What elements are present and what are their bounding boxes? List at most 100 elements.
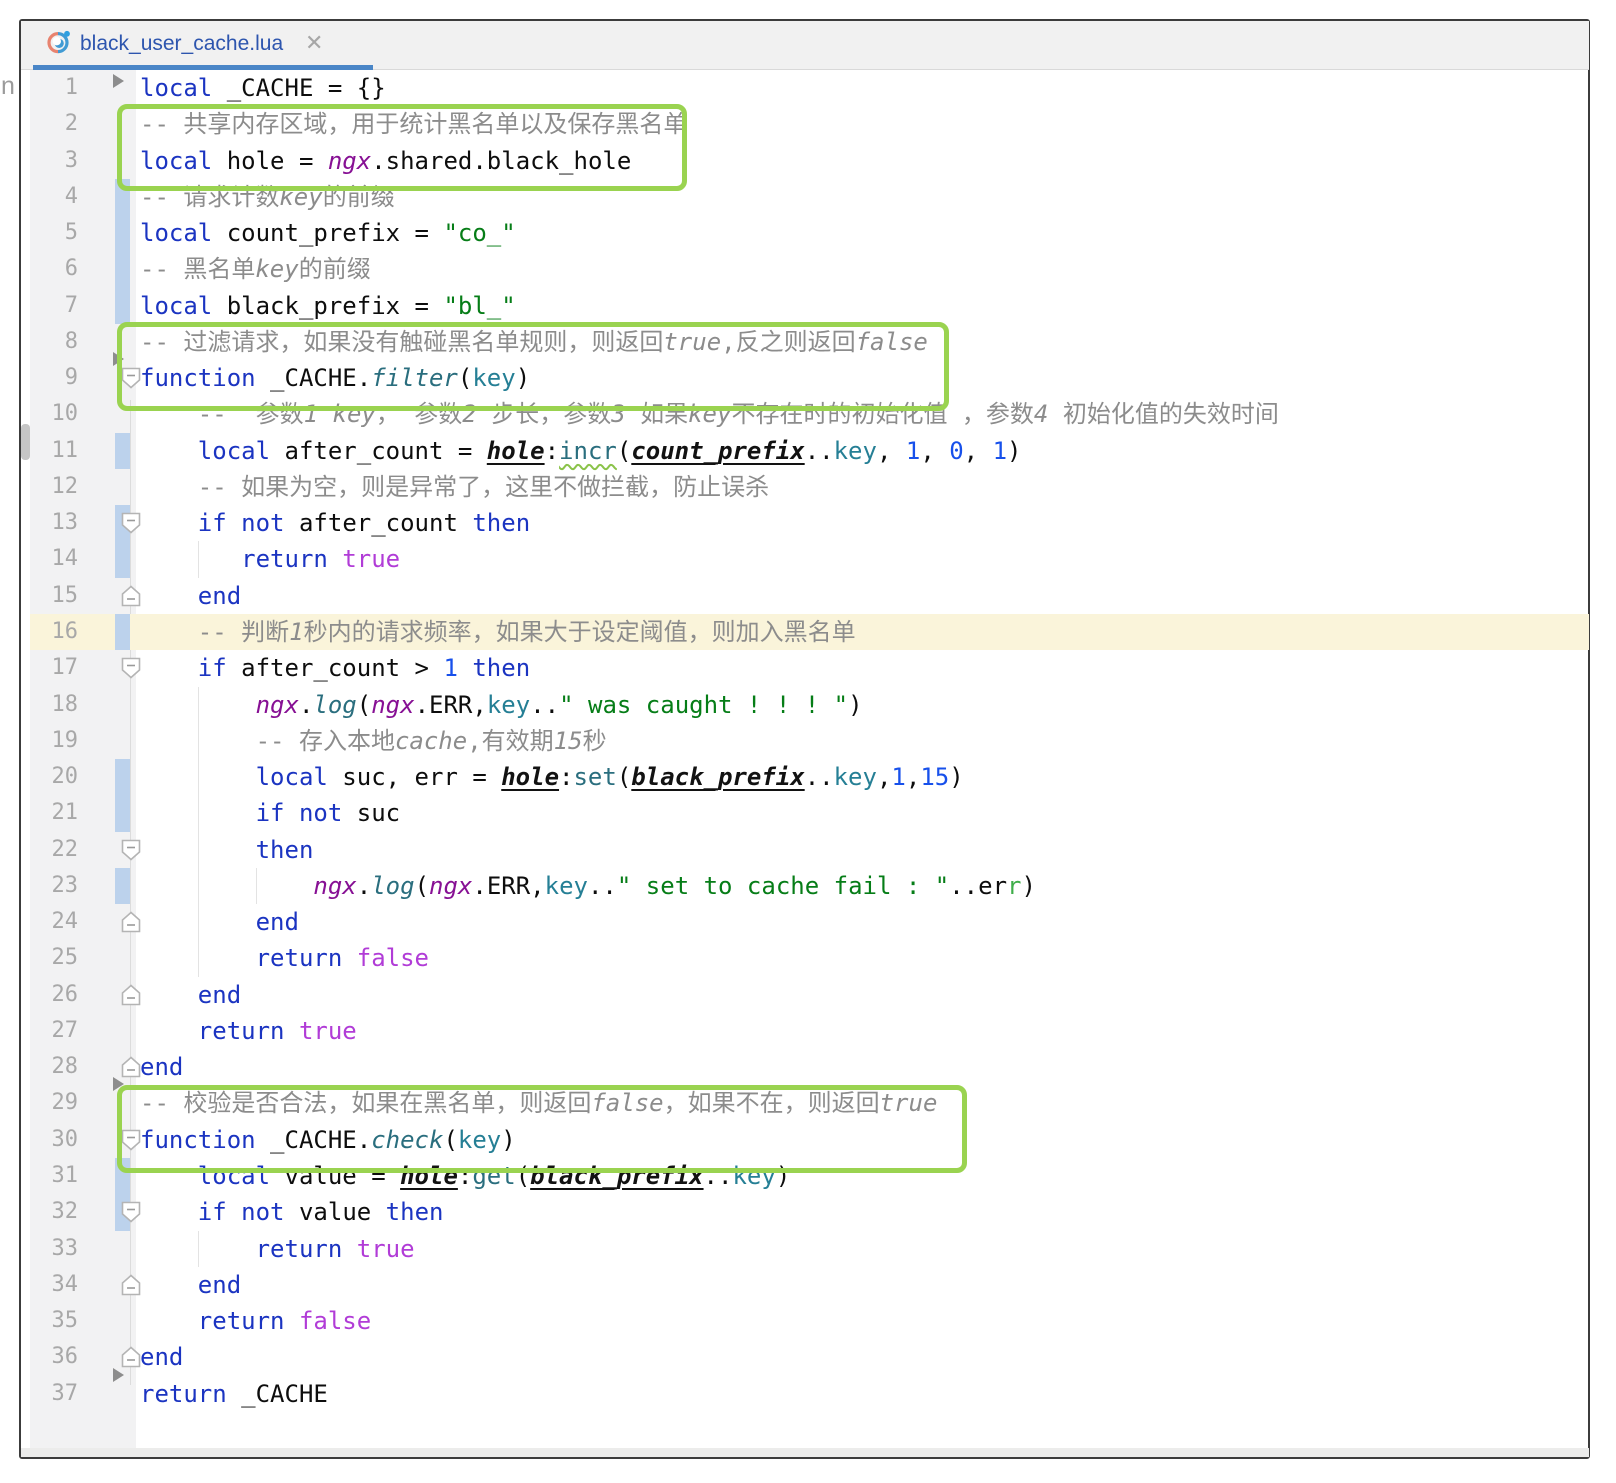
code-text[interactable]: function _CACHE.check(key) (136, 1122, 1589, 1158)
line-number[interactable]: 37 (38, 1376, 78, 1412)
horizontal-scrollbar[interactable] (21, 1448, 1589, 1457)
code-text[interactable]: if after_count > 1 then (136, 650, 1589, 686)
code-text[interactable]: local after_count = hole:incr(count_pref… (136, 433, 1589, 469)
line-number[interactable]: 17 (38, 650, 78, 686)
code-text[interactable]: -- 校验是否合法，如果在黑名单，则返回false，如果不在，则返回true (136, 1085, 1589, 1121)
code-text[interactable]: local suc, err = hole:set(black_prefix..… (136, 759, 1589, 795)
tab-black-user-cache[interactable]: black_user_cache.lua ✕ (33, 21, 373, 70)
code-text[interactable]: ngx.log(ngx.ERR,key.." set to cache fail… (136, 868, 1589, 904)
code-text[interactable]: end (136, 1339, 1589, 1375)
code-text[interactable]: return true (136, 541, 1589, 577)
fold-marker-up-icon[interactable] (121, 984, 141, 1006)
code-text[interactable]: if not suc (136, 795, 1589, 831)
code-text[interactable]: -- 过滤请求，如果没有触碰黑名单规则，则返回true,反之则返回false (136, 324, 1589, 360)
fold-marker-down-icon[interactable] (121, 512, 141, 534)
code-text[interactable]: local hole = ngx.shared.black_hole (136, 143, 1589, 179)
fold-marker-up-icon[interactable] (121, 1346, 141, 1368)
code-text[interactable]: -- 参数1 key， 参数2 步长，参数3 如果key不存在时的初始化值 ，参… (136, 396, 1589, 432)
line-number[interactable]: 31 (38, 1158, 78, 1194)
code-text[interactable]: -- 请求计数key的前缀 (136, 179, 1589, 215)
line-number[interactable]: 33 (38, 1231, 78, 1267)
line-number[interactable]: 28 (38, 1049, 78, 1085)
line-number[interactable]: 20 (38, 759, 78, 795)
line-number[interactable]: 14 (38, 541, 78, 577)
code-text[interactable]: if not value then (136, 1194, 1589, 1230)
token-pl (140, 1307, 198, 1335)
code-text[interactable]: function _CACHE.filter(key) (136, 360, 1589, 396)
code-text[interactable]: local _CACHE = {} (136, 70, 1589, 106)
code-text[interactable]: -- 黑名单key的前缀 (136, 251, 1589, 287)
line-number[interactable]: 12 (38, 469, 78, 505)
line-number[interactable]: 9 (38, 360, 78, 396)
code-text[interactable]: local count_prefix = "co_" (136, 215, 1589, 251)
code-text[interactable]: local black_prefix = "bl_" (136, 288, 1589, 324)
line-number[interactable]: 11 (38, 433, 78, 469)
fold-marker-up-icon[interactable] (121, 1056, 141, 1078)
code-text[interactable]: -- 存入本地cache,有效期15秒 (136, 723, 1589, 759)
token-pl: .. (949, 872, 978, 900)
token-cm: 步长，参数 (477, 400, 611, 428)
line-number[interactable]: 25 (38, 940, 78, 976)
line-number[interactable]: 8 (38, 324, 78, 360)
code-text[interactable]: return _CACHE (136, 1376, 1589, 1412)
left-scrollbar-thumb[interactable] (21, 424, 30, 460)
fold-marker-down-icon[interactable] (121, 839, 141, 861)
code-text[interactable]: -- 判断1秒内的请求频率，如果大于设定阈值，则加入黑名单 (136, 614, 1589, 650)
token-up: hole (400, 1162, 458, 1190)
line-number[interactable]: 15 (38, 578, 78, 614)
code-text[interactable]: end (136, 1267, 1589, 1303)
line-number[interactable]: 16 (38, 614, 78, 650)
line-number[interactable]: 26 (38, 977, 78, 1013)
code-text[interactable]: end (136, 1049, 1589, 1085)
code-text[interactable]: local value = hole:get(black_prefix..key… (136, 1158, 1589, 1194)
line-number[interactable]: 22 (38, 832, 78, 868)
line-number[interactable]: 24 (38, 904, 78, 940)
code-text[interactable]: -- 共享内存区域，用于统计黑名单以及保存黑名单 (136, 106, 1589, 142)
line-number[interactable]: 21 (38, 795, 78, 831)
line-number[interactable]: 36 (38, 1339, 78, 1375)
line-number[interactable]: 18 (38, 687, 78, 723)
line-number[interactable]: 35 (38, 1303, 78, 1339)
line-number[interactable]: 1 (38, 70, 78, 106)
vcs-change-bar (115, 179, 130, 215)
line-number[interactable]: 10 (38, 396, 78, 432)
indent-guide (198, 868, 199, 904)
line-number[interactable]: 7 (38, 288, 78, 324)
line-number[interactable]: 2 (38, 106, 78, 142)
fold-marker-up-icon[interactable] (121, 911, 141, 933)
line-number[interactable]: 34 (38, 1267, 78, 1303)
line-number[interactable]: 29 (38, 1085, 78, 1121)
line-number[interactable]: 6 (38, 251, 78, 287)
code-text[interactable]: return false (136, 940, 1589, 976)
code-text[interactable]: end (136, 904, 1589, 940)
line-number[interactable]: 13 (38, 505, 78, 541)
code-text[interactable]: if not after_count then (136, 505, 1589, 541)
code-text[interactable]: end (136, 977, 1589, 1013)
line-number[interactable]: 5 (38, 215, 78, 251)
fold-marker-up-icon[interactable] (121, 1274, 141, 1296)
code-text[interactable]: return true (136, 1231, 1589, 1267)
line-number[interactable]: 23 (38, 868, 78, 904)
code-text[interactable]: -- 如果为空，则是异常了，这里不做拦截，防止误杀 (136, 469, 1589, 505)
code-text[interactable]: then (136, 832, 1589, 868)
code-text[interactable]: ngx.log(ngx.ERR,key.." was caught ! ! ! … (136, 687, 1589, 723)
code-text[interactable]: end (136, 578, 1589, 614)
line-number[interactable]: 4 (38, 179, 78, 215)
token-fld: ngx (313, 872, 356, 900)
line-number[interactable]: 3 (38, 143, 78, 179)
code-text[interactable]: return false (136, 1303, 1589, 1339)
code-text[interactable]: return true (136, 1013, 1589, 1049)
line-number[interactable]: 30 (38, 1122, 78, 1158)
code-line: 29 -- 校验是否合法，如果在黑名单，则返回false，如果不在，则返回true (30, 1085, 1589, 1121)
line-number[interactable]: 32 (38, 1194, 78, 1230)
fold-marker-down-icon[interactable] (121, 1201, 141, 1223)
tab-close-icon[interactable]: ✕ (305, 30, 323, 56)
token-pl (140, 400, 198, 428)
fold-marker-up-icon[interactable] (121, 585, 141, 607)
fold-marker-down-icon[interactable] (121, 367, 141, 389)
line-number[interactable]: 19 (38, 723, 78, 759)
line-number[interactable]: 27 (38, 1013, 78, 1049)
gutter: 17 (30, 650, 136, 686)
fold-marker-down-icon[interactable] (121, 657, 141, 679)
fold-marker-down-icon[interactable] (121, 1129, 141, 1151)
